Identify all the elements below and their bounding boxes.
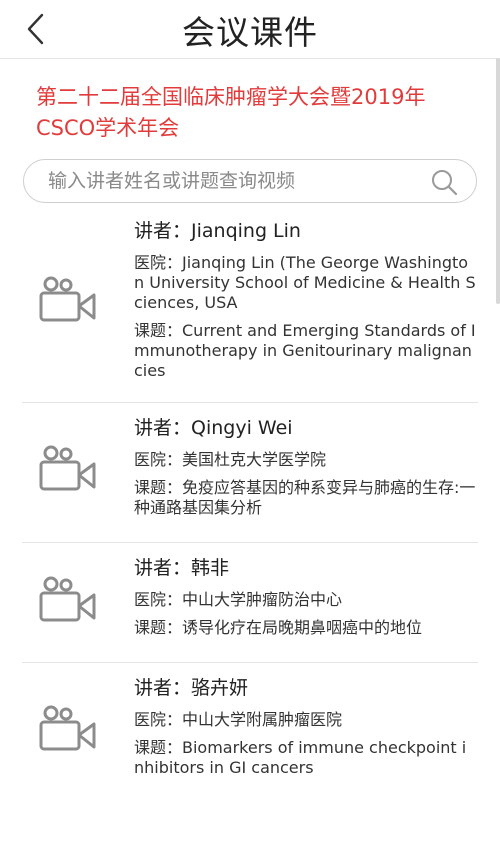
hospital-name: 医院：Jianqing Lin (The George Washington U… (134, 253, 476, 312)
video-camera-icon (39, 445, 96, 491)
video-list-item[interactable]: 讲者：骆卉妍 医院：中山大学附属肿瘤医院 课题：Biomarkers of im… (22, 662, 478, 798)
speaker-name: 讲者：Jianqing Lin (134, 220, 301, 242)
speaker-name: 讲者：Qingyi Wei (134, 417, 293, 439)
video-list-item[interactable]: 讲者：韩非 医院：中山大学肿瘤防治中心 课题：诱导化疗在局晚期鼻咽癌中的地位 (22, 542, 478, 663)
speaker-name: 讲者：骆卉妍 (134, 677, 249, 699)
hospital-name: 医院：美国杜克大学医学院 (134, 450, 327, 469)
page-title: 会议课件 (182, 13, 318, 52)
hospital-name: 医院：中山大学附属肿瘤医院 (134, 710, 343, 729)
search-icon[interactable] (430, 168, 458, 196)
video-camera-icon (39, 276, 96, 322)
topic-title: 课题：诱导化疗在局晚期鼻咽癌中的地位 (134, 618, 423, 637)
search-bar (23, 159, 477, 203)
scrollbar[interactable] (496, 58, 500, 304)
header-bar: 会议课件 (0, 0, 500, 59)
topic-title: 课题：免疫应答基因的种系变异与肺癌的生存:一种通路基因集分析 (134, 478, 476, 517)
hospital-name: 医院：中山大学肿瘤防治中心 (134, 590, 343, 609)
video-camera-icon (39, 705, 96, 751)
video-list-item[interactable]: 讲者：Qingyi Wei 医院：美国杜克大学医学院 课题：免疫应答基因的种系变… (22, 402, 478, 543)
topic-title: 课题：Current and Emerging Standards of Imm… (134, 321, 476, 380)
video-list-item[interactable]: 讲者：Jianqing Lin 医院：Jianqing Lin (The Geo… (22, 213, 478, 403)
conference-title: 第二十二届全国临床肿瘤学大会暨2019年CSCO学术年会 (36, 85, 426, 140)
search-input[interactable] (48, 160, 418, 202)
video-camera-icon (39, 576, 96, 622)
speaker-name: 讲者：韩非 (134, 557, 230, 579)
topic-title: 课题：Biomarkers of immune checkpoint inhib… (134, 738, 467, 777)
